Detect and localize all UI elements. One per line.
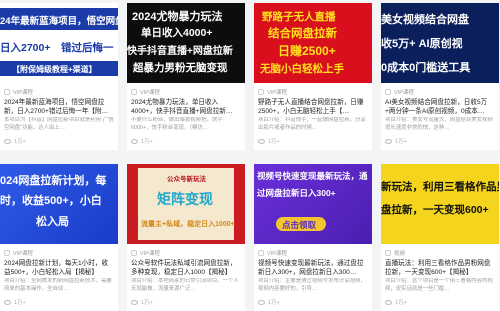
thumbnail-caption: 收5万+ AI原创视 [381,38,463,50]
course-category[interactable]: VIP课程 [13,88,33,96]
views-icon [131,299,138,305]
view-count: 1万+ [14,300,26,306]
thumbnail-caption: 2024尤物暴力玩法 [132,11,223,23]
thumbnail-caption: 时，收益500+，小白 [0,195,102,207]
category-icon [258,250,264,256]
views-icon [131,138,138,144]
course-card[interactable]: 024网盘拉新计划，每 时，收益500+，小白 松入局 VIP课程 2024网盘… [0,164,118,311]
thumbnail-caption: 无脑小白轻松上手 [260,63,344,75]
course-title[interactable]: 直播玩法：利用三看格作品男粉网盘拉新，一天变现600+【揭秘】 [385,259,495,277]
view-count: 1万+ [395,300,407,306]
course-card[interactable]: 公众号新玩法 矩阵变现 流量主+私域，稳定日入1000+ VIP课程 公众号软件… [127,164,245,311]
course-title[interactable]: 视频号快速变现最新玩法，通过盘拉新日入300+，网盘拉新日入300… [258,259,368,277]
category-icon [4,250,10,256]
course-category[interactable]: VIP课程 [394,88,414,96]
course-description: 项目介绍：抖音快手，一起做网盘拉新，分享出影片或者作品的时候… [258,117,366,131]
course-title[interactable]: 公众号软件玩法私域引流网盘拉新，多种变现，稳定日入1000【揭秘】 [131,259,241,277]
course-category[interactable]: VIP课程 [140,88,160,96]
course-category[interactable]: VIP课程 [267,249,287,257]
thumbnail-caption: 024网盘拉新计划，每 [0,175,107,187]
course-thumbnail[interactable]: 美女视频结合网盘 收5万+ AI原创视 0成本0门槛送工具 [381,3,499,83]
course-thumbnail[interactable]: 公众号新玩法 矩阵变现 流量主+私域，稳定日入1000+ [127,164,245,244]
course-category[interactable]: VIP课程 [267,88,287,96]
course-thumbnail[interactable]: 视频号快速变现最新玩法，通 过网盘拉新日入300+ 点击领取 [254,164,372,244]
course-card[interactable]: 美女视频结合网盘 收5万+ AI原创视 0成本0门槛送工具 VIP课程 AI美女… [381,3,499,150]
category-icon [385,89,391,95]
course-category[interactable]: VIP课程 [13,249,33,257]
category-icon [4,89,10,95]
category-icon [131,250,137,256]
course-thumbnail[interactable]: 新玩法，利用三看格作品男 盘拉新，一天变现600+ [381,164,499,244]
thumbnail-caption: 0成本0门槛送工具 [381,62,471,74]
category-icon [258,89,264,95]
view-count: 1万+ [141,139,153,145]
thumbnail-caption: 单日收入4000+ [141,27,213,39]
course-card[interactable]: 2024尤物暴力玩法 单日收入4000+ 快手抖音直播+网盘拉新 超暴力男粉无脑… [127,3,245,150]
thumbnail-caption: 矩阵变现 [157,191,213,207]
course-description: 项目介绍：本地商家的日常引流项目，一个人天就能做，流量来源广泛… [131,278,239,292]
course-title[interactable]: 野路子无人直播结合网盘拉新，日赚2500+，小白无脑轻松上手【… [258,98,368,116]
category-icon [131,89,137,95]
course-card[interactable]: 野路子无人直播 结合网盘拉新 日赚2500+ 无脑小白轻松上手 VIP课程 野路… [254,3,372,150]
course-description: 项目介绍：美女号流量大，网盘结合美女视频增长速度非常的快，这种… [385,117,493,131]
views-icon [385,138,392,144]
view-count: 1万+ [268,139,280,145]
course-card[interactable]: 视频号快速变现最新玩法，通 过网盘拉新日入300+ 点击领取 VIP课程 视频号… [254,164,372,311]
thumbnail-caption: 结合网盘拉新 [268,28,337,40]
course-title[interactable]: 2024年最新蓝海项目，悟空网盘拉新，日入2700+错过后悔一年【附… [4,98,114,116]
course-description: 不要什么粉丝，做出爆款视频把，快手6000+，快手粉丝变现，（模仿… [131,117,223,131]
view-count: 1万+ [141,300,153,306]
thumbnail-caption: 野路子无人直播 [262,11,336,23]
category-icon [385,250,391,256]
views-icon [4,138,11,144]
thumbnail-caption: 视频号快速变现最新玩法，通 [257,171,368,181]
views-icon [4,299,11,305]
thumbnail-caption: 过网盘拉新日入300+ [257,188,336,198]
course-title[interactable]: 2024网盘拉新计划，每天1小时，收益500+，小白轻松入局【揭秘】 [4,259,114,277]
course-description: 本项目为【抖音】网盘拉新项目就是利用了“悟空网盘”功能，达人由上… [4,117,114,131]
course-description: 项目介绍：全网首发的新网盘拉新技术，需要简单的基本操作，全自动… [4,278,112,292]
thumbnail-caption: 24年最新蓝海项目，悟空网盘 [0,16,118,27]
thumbnail-caption: 日赚2500+ [278,44,336,58]
view-count: 1万+ [395,139,407,145]
views-icon [258,138,265,144]
thumbnail-caption: 公众号新玩法 [167,176,206,183]
thumbnail-caption: 快手抖音直播+网盘拉新 [127,46,233,57]
course-thumbnail[interactable]: 024网盘拉新计划，每 时，收益500+，小白 松入局 [0,164,118,244]
views-icon [385,299,392,305]
course-thumbnail[interactable]: 野路子无人直播 结合网盘拉新 日赚2500+ 无脑小白轻松上手 [254,3,372,83]
thumbnail-caption: 流量主+私域，稳定日入1000+ [141,221,235,228]
course-thumbnail[interactable]: 2024尤物暴力玩法 单日收入4000+ 快手抖音直播+网盘拉新 超暴力男粉无脑… [127,3,245,83]
course-card[interactable]: 24年最新蓝海项目，悟空网盘 日入2700+ 错过后悔一 【附保姆级教程+渠道】… [0,3,118,150]
claim-button[interactable]: 点击领取 [282,219,316,231]
course-title[interactable]: 2024尤物暴力玩法，单日收入4000+，快手抖音直播+网盘拉新… [131,98,241,116]
thumbnail-caption: 新玩法，利用三看格作品男 [381,181,499,193]
course-category[interactable]: 视频 [394,249,405,257]
course-description: 项目介绍：这个项目是一个用三看格内容的视频，说实话就是一些门槛… [385,278,493,292]
view-count: 1万+ [14,139,26,145]
course-description: 项目介绍：主要是通过视频号发布分享视频，视频内容要好的，引导… [258,278,366,292]
views-icon [258,299,265,305]
thumbnail-caption: 【附保姆级教程+渠道】 [12,65,97,74]
course-card[interactable]: 新玩法，利用三看格作品男 盘拉新，一天变现600+ 视频 直播玩法：利用三看格作… [381,164,499,311]
thumbnail-caption: 超暴力男粉无脑变现 [133,62,228,74]
thumbnail-caption: 盘拉新，一天变现600+ [381,204,489,216]
course-thumbnail[interactable]: 24年最新蓝海项目，悟空网盘 日入2700+ 错过后悔一 【附保姆级教程+渠道】 [0,3,118,83]
thumbnail-caption: 日入2700+ 错过后悔一 [0,42,114,54]
thumbnail-caption: 美女视频结合网盘 [381,14,469,26]
course-category[interactable]: VIP课程 [140,249,160,257]
thumbnail-caption: 松入局 [36,216,69,228]
view-count: 1万+ [268,300,280,306]
course-title[interactable]: AI美女视频结合网盘拉新，日收5万+两分钟一条AI原创视频，0成本… [385,98,495,116]
